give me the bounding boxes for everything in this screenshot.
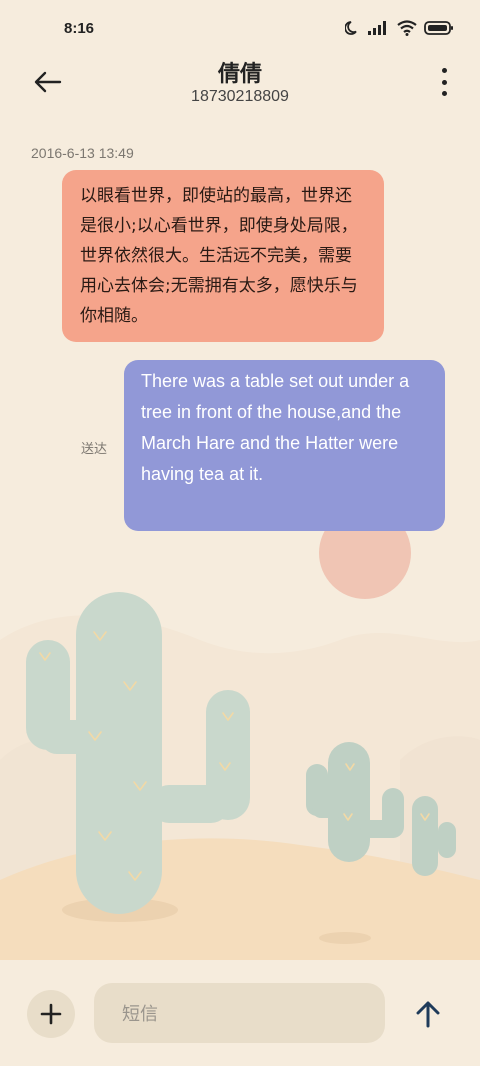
status-time: 8:16 (64, 20, 95, 37)
send-button[interactable] (408, 995, 448, 1033)
conversation-header: 倩倩 18730218809 (0, 50, 480, 120)
more-vert-icon (441, 68, 447, 73)
outgoing-message-bubble[interactable]: There was a table set out under a tree i… (124, 360, 445, 531)
signal-icon (368, 21, 386, 35)
moon-icon (345, 21, 357, 35)
wifi-icon (397, 20, 417, 36)
plus-icon (40, 1003, 62, 1025)
contact-number: 18730218809 (191, 88, 289, 105)
status-icons (345, 20, 454, 36)
delivery-status: 送达 (81, 442, 108, 457)
contact-name: 倩倩 (217, 62, 262, 87)
add-attachment-button[interactable] (27, 990, 75, 1038)
message-input-placeholder: 短信 (122, 1004, 158, 1025)
message-input[interactable]: 短信 (94, 983, 385, 1043)
battery-icon (424, 21, 453, 35)
more-options-button[interactable] (438, 68, 450, 96)
send-arrow-icon (416, 1001, 440, 1028)
message-timestamp: 2016-6-13 13:49 (31, 145, 134, 161)
incoming-message-bubble[interactable]: 以眼看世界，即使站的最高，世界还是很小;以心看世界，即使身处局限，世界依然很大。… (62, 170, 384, 342)
